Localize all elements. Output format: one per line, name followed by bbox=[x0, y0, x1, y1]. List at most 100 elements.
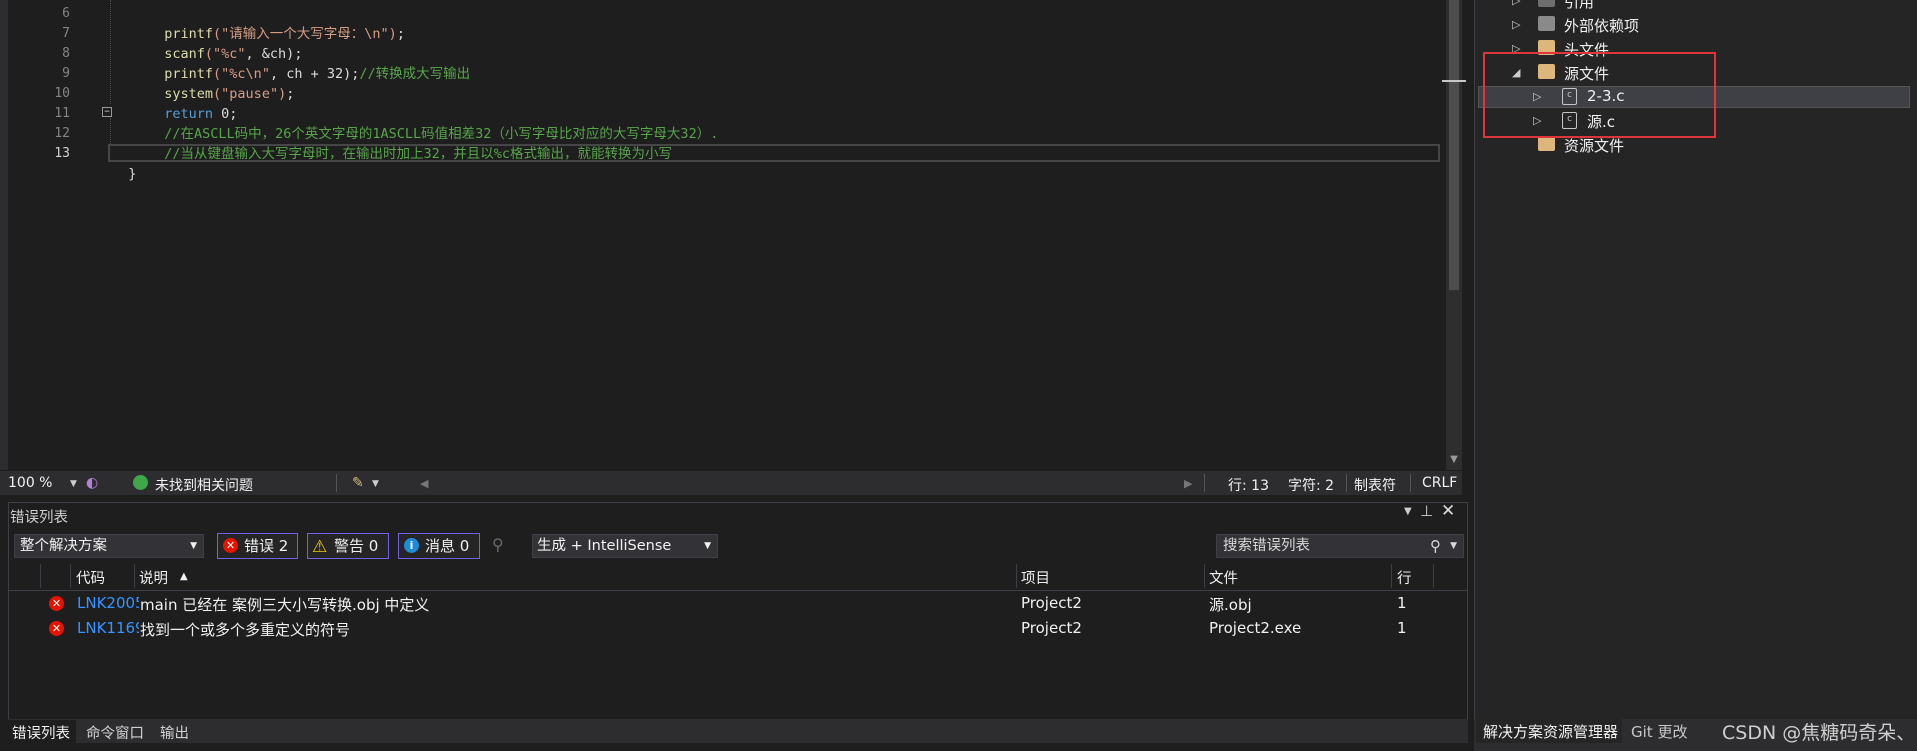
chevron-down-icon: ▼ bbox=[190, 541, 197, 551]
info-icon: i bbox=[404, 538, 419, 553]
error-line: 1 bbox=[1397, 594, 1407, 612]
indent-guide bbox=[110, 0, 112, 104]
scrollbar-thumb[interactable] bbox=[1449, 0, 1459, 290]
line-number: 6 bbox=[62, 6, 70, 21]
error-file: Project2.exe bbox=[1209, 619, 1302, 637]
errors-filter-button[interactable]: ✕ 错误 2 bbox=[217, 533, 298, 559]
error-description: main 已经在 案例三大小写转换.obj 中定义 bbox=[140, 596, 430, 614]
indent-guide bbox=[110, 118, 112, 144]
column-header-line[interactable]: 行 bbox=[1397, 567, 1412, 588]
line-number: 10 bbox=[54, 86, 70, 101]
separator bbox=[1346, 474, 1347, 492]
intellicode-icon[interactable]: ◐ bbox=[86, 475, 98, 491]
error-project: Project2 bbox=[1021, 594, 1082, 612]
source-dropdown[interactable]: 生成 + IntelliSense ▼ bbox=[532, 534, 718, 558]
column-separator bbox=[1204, 564, 1205, 588]
chevron-down-icon: ▼ bbox=[1450, 541, 1457, 551]
editor-status-bar: 100 % ▼ ◐ 未找到相关问题 ✎ ▼ ◀ ▶ 行: 13 字符: 2 制表… bbox=[0, 471, 1462, 495]
close-icon[interactable]: ✕ bbox=[1441, 501, 1455, 521]
code-line-12[interactable]: //当从键盘输入大写字母时，在输出时加上32，并且以%c格式输出，就能转换为小写 bbox=[148, 124, 672, 164]
messages-filter-button[interactable]: i 消息 0 bbox=[398, 533, 480, 559]
filter-icon[interactable]: ⚲ bbox=[492, 535, 504, 554]
error-row[interactable]: ✕ LNK2005 main 已经在 案例三大小写转换.obj 中定义 Proj… bbox=[8, 593, 1468, 617]
header-divider bbox=[8, 590, 1468, 591]
search-input[interactable]: 搜索错误列表 ⚲ ▼ bbox=[1216, 534, 1464, 558]
zoom-dropdown-icon[interactable]: ▼ bbox=[70, 479, 77, 489]
separator bbox=[336, 474, 337, 492]
check-circle-icon bbox=[133, 475, 148, 490]
column-separator bbox=[70, 564, 71, 588]
search-icon: ⚲ bbox=[1430, 537, 1441, 555]
scroll-position-marker bbox=[1442, 80, 1466, 82]
scroll-down-arrow-icon[interactable]: ▼ bbox=[1447, 454, 1461, 466]
line-indicator[interactable]: 行: 13 bbox=[1228, 475, 1269, 495]
line-number: 9 bbox=[62, 66, 70, 81]
tree-item-resource-files[interactable]: 资源文件 bbox=[1564, 135, 1624, 156]
issues-status[interactable]: 未找到相关问题 bbox=[155, 475, 253, 495]
expand-arrow-icon[interactable]: ▷ bbox=[1512, 0, 1520, 7]
sort-ascending-icon: ▲ bbox=[180, 571, 188, 582]
separator bbox=[1204, 474, 1205, 492]
scroll-right-icon[interactable]: ▶ bbox=[1184, 477, 1192, 490]
code-token: ; bbox=[396, 26, 405, 42]
code-comment: //当从键盘输入大写字母时，在输出时加上32，并且以%c格式输出，就能转换为小写 bbox=[164, 146, 673, 162]
scope-value: 整个解决方案 bbox=[20, 538, 107, 554]
eol-indicator[interactable]: CRLF bbox=[1422, 475, 1457, 491]
error-description: 找到一个或多个多重定义的符号 bbox=[140, 621, 351, 639]
tab-solution-explorer[interactable]: 解决方案资源管理器 bbox=[1483, 721, 1618, 742]
errors-count: 错误 2 bbox=[244, 537, 289, 555]
chevron-down-icon: ▼ bbox=[704, 541, 711, 551]
tab-error-list[interactable]: 错误列表 bbox=[12, 722, 70, 743]
column-header-file[interactable]: 文件 bbox=[1209, 567, 1238, 588]
panel-divider bbox=[1474, 0, 1475, 751]
folder-icon bbox=[1538, 136, 1555, 151]
column-separator bbox=[1433, 564, 1434, 588]
tree-item-references[interactable]: 引用 bbox=[1564, 0, 1594, 12]
scope-dropdown[interactable]: 整个解决方案 ▼ bbox=[14, 534, 204, 558]
chevron-down-icon[interactable]: ▼ bbox=[372, 479, 379, 489]
search-placeholder: 搜索错误列表 bbox=[1223, 538, 1310, 554]
panel-menu-icon[interactable]: ▼ bbox=[1404, 506, 1412, 517]
char-indicator[interactable]: 字符: 2 bbox=[1288, 475, 1334, 495]
error-code-link[interactable]: LNK1169 bbox=[77, 619, 139, 637]
tab-output[interactable]: 输出 bbox=[160, 722, 189, 743]
bottom-panel-tabs bbox=[8, 719, 1468, 743]
tabs-indicator[interactable]: 制表符 bbox=[1354, 475, 1396, 495]
watermark: CSDN @焦糖码奇朵、 bbox=[1722, 722, 1916, 744]
column-separator bbox=[1016, 564, 1017, 588]
error-row[interactable]: ✕ LNK1169 找到一个或多个多重定义的符号 Project2 Projec… bbox=[8, 618, 1468, 642]
line-number: 7 bbox=[62, 26, 70, 41]
tree-item-external-dependencies[interactable]: 外部依赖项 bbox=[1564, 15, 1639, 36]
source-value: 生成 + IntelliSense bbox=[537, 538, 672, 554]
column-header-description[interactable]: 说明 bbox=[139, 567, 168, 588]
separator bbox=[1410, 474, 1411, 492]
pin-icon[interactable]: ⊥ bbox=[1420, 502, 1433, 520]
error-file: 源.obj bbox=[1209, 596, 1252, 614]
error-project: Project2 bbox=[1021, 619, 1082, 637]
tab-command-window[interactable]: 命令窗口 bbox=[86, 722, 144, 743]
warnings-filter-button[interactable]: ⚠ 警告 0 bbox=[307, 533, 389, 559]
column-separator bbox=[134, 564, 135, 588]
line-number: 11 bbox=[54, 106, 70, 121]
expand-arrow-icon[interactable]: ▷ bbox=[1512, 18, 1520, 31]
column-header-project[interactable]: 项目 bbox=[1021, 567, 1050, 588]
references-icon bbox=[1538, 0, 1555, 7]
error-icon: ✕ bbox=[49, 621, 64, 636]
line-number: 8 bbox=[62, 46, 70, 61]
scroll-left-icon[interactable]: ◀ bbox=[420, 477, 428, 490]
fold-toggle-icon[interactable]: − bbox=[102, 107, 112, 117]
brush-icon[interactable]: ✎ bbox=[352, 475, 364, 491]
error-icon: ✕ bbox=[49, 596, 64, 611]
external-deps-icon bbox=[1538, 16, 1555, 31]
editor-margin bbox=[0, 0, 8, 470]
line-number-current: 13 bbox=[54, 146, 70, 161]
line-number: 12 bbox=[54, 126, 70, 141]
warnings-count: 警告 0 bbox=[334, 537, 379, 555]
code-token: ; bbox=[286, 86, 295, 102]
zoom-level[interactable]: 100 % bbox=[8, 475, 52, 491]
tab-git-changes[interactable]: Git 更改 bbox=[1631, 721, 1687, 742]
panel-title: 错误列表 bbox=[10, 510, 68, 526]
column-header-code[interactable]: 代码 bbox=[76, 567, 105, 588]
error-code-link[interactable]: LNK2005 bbox=[77, 594, 139, 612]
code-line-13[interactable]: } bbox=[112, 144, 136, 184]
